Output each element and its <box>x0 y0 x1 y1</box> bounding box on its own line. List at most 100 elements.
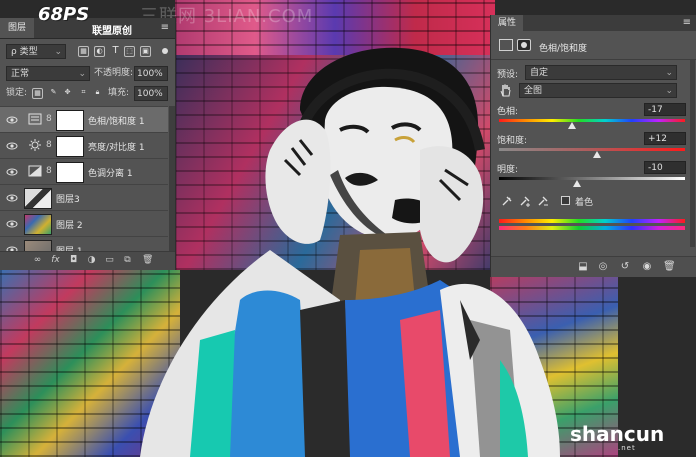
opacity-label: 不透明度: <box>94 68 134 78</box>
delete-layer-icon[interactable]: 🗑︎ <box>142 255 153 266</box>
visibility-eye-icon[interactable] <box>6 114 18 126</box>
preset-label: 预设: <box>497 70 519 80</box>
lock-position-icon[interactable]: ✥ <box>62 88 73 99</box>
channel-select[interactable]: 全图 ⌄ <box>519 83 677 98</box>
posterize-adjustment-icon <box>28 165 42 177</box>
clip-to-layer-icon[interactable]: ⬓ <box>577 261 589 273</box>
layer-name: 亮度/对比度 1 <box>88 143 145 153</box>
panel-menu-icon[interactable]: ≡ <box>161 22 169 33</box>
properties-title: 色相/饱和度 <box>539 44 588 54</box>
new-adjustment-icon[interactable]: ◑ <box>86 255 97 266</box>
new-group-icon[interactable]: ▭ <box>104 255 115 266</box>
toggle-visibility-icon[interactable]: ◉ <box>641 261 653 273</box>
mask-link-icon[interactable]: 8 <box>46 140 52 150</box>
colorize-checkbox[interactable] <box>561 196 570 205</box>
new-layer-icon[interactable]: ⧉ <box>122 255 133 266</box>
eyedropper-icon[interactable] <box>501 195 513 207</box>
saturation-slider-track[interactable] <box>499 148 685 151</box>
reset-icon[interactable]: ↺ <box>619 261 631 273</box>
fx-icon[interactable]: fx <box>50 255 61 266</box>
lightness-slider-thumb[interactable] <box>573 180 581 187</box>
channel-value: 全图 <box>524 86 543 96</box>
layer-row-layer2[interactable]: 图层 2 <box>0 210 168 237</box>
tab-properties[interactable]: 属性 <box>491 15 524 31</box>
filter-toggle-icon[interactable] <box>162 48 168 54</box>
mask-icon[interactable] <box>517 39 531 51</box>
input-color-bar <box>499 219 685 223</box>
filter-pixel-icon[interactable]: ▦ <box>78 46 89 57</box>
properties-bottom-bar: ⬓ ◎ ↺ ◉ 🗑︎ <box>491 256 696 277</box>
preset-select[interactable]: 自定 ⌄ <box>525 65 677 80</box>
lock-transparent-icon[interactable]: ▦ <box>32 88 43 99</box>
filter-kind-select[interactable]: ρ 类型 ⌄ <box>6 44 66 59</box>
tab-layers[interactable]: 图层 <box>0 18 35 38</box>
hue-slider-track[interactable] <box>499 119 685 122</box>
view-previous-state-icon[interactable]: ◎ <box>597 261 609 273</box>
visibility-eye-icon[interactable] <box>6 140 18 152</box>
layer-row-hue-saturation[interactable]: 8 色相/饱和度 1 <box>0 106 168 133</box>
layer-row-brightness-contrast[interactable]: 8 亮度/对比度 1 <box>0 132 168 159</box>
filter-kind-label: ρ 类型 <box>11 47 38 57</box>
hue-label: 色相: <box>497 107 519 117</box>
opacity-input[interactable]: 100% <box>134 66 168 81</box>
link-layers-icon[interactable]: ∞ <box>32 255 43 266</box>
filter-smart-object-icon[interactable]: ▣ <box>140 46 151 57</box>
layer-thumbnail[interactable] <box>24 214 52 235</box>
brightness-contrast-adjustment-icon <box>29 139 41 151</box>
fill-input[interactable]: 100% <box>134 86 168 101</box>
filter-adjustment-icon[interactable]: ◐ <box>94 46 105 57</box>
saturation-input[interactable]: +12 <box>644 132 686 145</box>
panel-menu-icon[interactable]: ≡ <box>683 17 691 28</box>
layer-mask-thumbnail[interactable] <box>56 162 84 183</box>
output-color-bar <box>499 226 685 230</box>
layer-name: 图层 2 <box>56 221 83 231</box>
blend-mode-select[interactable]: 正常 ⌄ <box>6 66 90 81</box>
hue-slider-thumb[interactable] <box>568 122 576 129</box>
divider <box>491 59 696 60</box>
layer-mask-thumbnail[interactable] <box>56 110 84 131</box>
preset-value: 自定 <box>530 68 549 78</box>
brand-logo: 68PS <box>38 4 90 25</box>
layer-mask-thumbnail[interactable] <box>56 136 84 157</box>
brand-subtitle: 联盟原创 <box>92 26 132 37</box>
layers-panel: 图层 68PS 联盟原创 ≡ ρ 类型 ⌄ ▦ ◐ T ⬚ ▣ 正常 ⌄ 不透明度:… <box>0 4 176 270</box>
lock-artboard-icon[interactable]: ⌗ <box>78 88 89 99</box>
layer-row-layer3[interactable]: 图层3 <box>0 184 168 211</box>
properties-scrollbar[interactable] <box>690 59 695 247</box>
layer-thumbnail[interactable] <box>24 188 52 209</box>
mask-link-icon[interactable]: 8 <box>46 166 52 176</box>
visibility-eye-icon[interactable] <box>6 192 18 204</box>
target-adjust-hand-icon[interactable] <box>499 83 513 97</box>
layer-name: 图层3 <box>56 195 80 205</box>
hue-input[interactable]: -17 <box>644 103 686 116</box>
lock-label: 锁定: <box>6 88 28 98</box>
colorize-label: 着色 <box>575 198 594 208</box>
fill-label: 填充: <box>108 88 130 98</box>
blend-mode-row: 正常 ⌄ 不透明度: 100% <box>0 64 175 85</box>
mask-link-icon[interactable]: 8 <box>46 114 52 124</box>
filter-shape-icon[interactable]: ⬚ <box>124 46 135 57</box>
layers-scrollbar[interactable] <box>169 106 175 252</box>
site-logo: shancun <box>570 422 664 446</box>
delete-adjustment-icon[interactable]: 🗑︎ <box>663 261 676 273</box>
adjustment-type-icon[interactable] <box>499 39 513 51</box>
eyedropper-subtract-icon[interactable] <box>537 195 549 207</box>
layer-filter-row: ρ 类型 ⌄ ▦ ◐ T ⬚ ▣ <box>0 42 175 63</box>
layer-row-posterize[interactable]: 8 色调分离 1 <box>0 158 168 185</box>
layer-name: 色相/饱和度 1 <box>88 117 145 127</box>
add-mask-icon[interactable]: ◘ <box>68 255 79 266</box>
eyedropper-add-icon[interactable] <box>519 195 531 207</box>
properties-panel: 属性 ≡ 色相/饱和度 预设: 自定 ⌄ 全图 ⌄ 色相: -17 饱和度: +12… <box>490 15 696 277</box>
lightness-input[interactable]: -10 <box>644 161 686 174</box>
saturation-slider-thumb[interactable] <box>593 151 601 158</box>
lock-all-icon[interactable]: 🔒︎ <box>92 88 103 99</box>
visibility-eye-icon[interactable] <box>6 166 18 178</box>
lightness-slider-track[interactable] <box>499 177 685 180</box>
lock-row: 锁定: ▦ ✎ ✥ ⌗ 🔒︎ 填充: 100% <box>0 84 175 105</box>
layer-list: 8 色相/饱和度 1 8 亮度/对比度 1 8 色调分离 1 图层3 图层 2 … <box>0 106 175 253</box>
lock-image-icon[interactable]: ✎ <box>48 88 59 99</box>
filter-type-icon[interactable]: T <box>110 46 121 57</box>
site-logo-sub: .net <box>618 444 636 452</box>
visibility-eye-icon[interactable] <box>6 218 18 230</box>
blend-mode-label: 正常 <box>11 69 30 79</box>
